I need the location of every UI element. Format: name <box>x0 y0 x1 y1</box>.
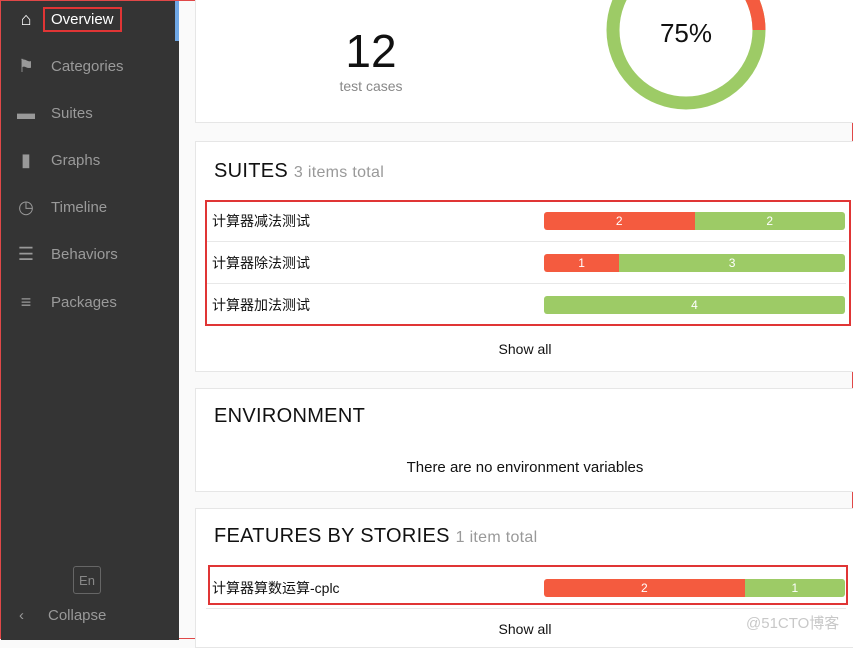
environment-empty: There are no environment variables <box>406 459 644 476</box>
sidebar-item-graphs[interactable]: ▮ Graphs <box>1 140 179 180</box>
sidebar-item-suites[interactable]: ▬ Suites <box>1 93 179 133</box>
summary-card: 12 test cases 75% <box>195 0 853 123</box>
sidebar-item-overview[interactable]: ⌂ Overview <box>1 0 179 39</box>
sidebar: ⌂ Overview ⚑ Categories ▬ Suites ▮ Graphs ◷ T… <box>1 1 179 640</box>
pass-rate: 75% <box>659 18 713 48</box>
environment-card: ENVIRONMENT There are no environment var… <box>195 388 853 492</box>
briefcase-icon: ▬ <box>17 102 35 123</box>
sidebar-item-timeline[interactable]: ◷ Timeline <box>1 187 179 227</box>
highlight-box <box>208 565 848 605</box>
packages-icon: ≡ <box>20 291 32 312</box>
collapse-button[interactable]: ‹ Collapse <box>19 607 106 624</box>
suites-heading: SUITES 3 items total <box>214 160 385 182</box>
suites-card: SUITES 3 items total 计算器减法测试 2 2 计算器除法测试 1 3 计… <box>195 141 853 372</box>
sidebar-item-packages[interactable]: ≡ Packages <box>1 282 179 322</box>
pass-rate-donut <box>606 0 766 110</box>
sidebar-item-behaviors[interactable]: ☰ Behaviors <box>1 234 179 274</box>
environment-heading: ENVIRONMENT <box>214 405 366 427</box>
list-icon: ☰ <box>17 243 35 264</box>
test-case-count: 12 <box>345 25 397 77</box>
highlight-box <box>205 200 851 326</box>
language-button[interactable]: En <box>73 566 101 594</box>
suites-show-all[interactable]: Show all <box>196 341 853 357</box>
watermark: @51CTO博客 <box>746 615 840 632</box>
features-heading: FEATURES BY STORIES 1 item total <box>214 525 538 547</box>
clock-icon: ◷ <box>18 196 34 217</box>
donut-passed <box>606 0 766 110</box>
home-icon: ⌂ <box>20 8 32 29</box>
chevron-left-icon: ‹ <box>19 607 24 624</box>
bar-chart-icon: ▮ <box>21 149 31 170</box>
sidebar-item-categories[interactable]: ⚑ Categories <box>1 46 179 86</box>
test-case-label: test cases <box>339 78 403 94</box>
flag-icon: ⚑ <box>17 55 35 76</box>
